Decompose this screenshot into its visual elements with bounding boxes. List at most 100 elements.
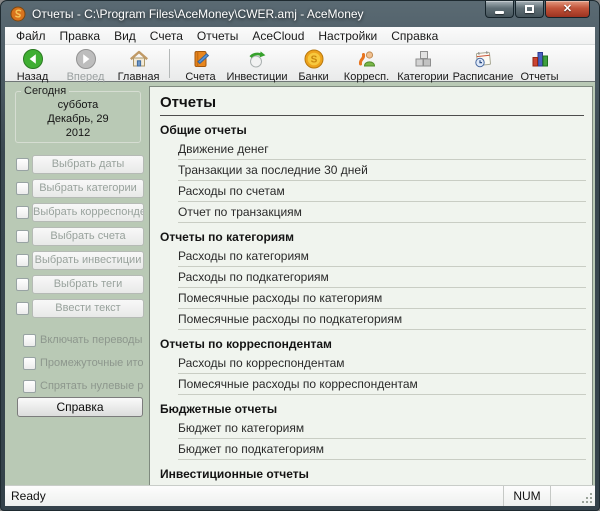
client-area: Файл Правка Вид Счета Отчеты AceCloud На…: [5, 27, 595, 506]
select-payees-button[interactable]: Выбрать корреспондентов: [32, 203, 144, 222]
report-link-cat-spending[interactable]: Расходы по категориям: [178, 246, 586, 267]
investments-checkbox[interactable]: [16, 254, 29, 267]
forward-icon: [75, 48, 97, 70]
payees-checkbox[interactable]: [16, 206, 29, 219]
subtotals-checkbox[interactable]: [23, 357, 36, 370]
section-header-categories: Отчеты по категориям: [150, 223, 592, 246]
tags-checkbox[interactable]: [16, 278, 29, 291]
help-button[interactable]: Справка: [17, 397, 143, 417]
coin-icon: S: [303, 48, 325, 70]
toolbar-investments-button[interactable]: Инвестиции: [227, 46, 287, 81]
menu-edit[interactable]: Правка: [53, 27, 108, 45]
menu-view[interactable]: Вид: [107, 27, 143, 45]
filter-row-investments: Выбрать инвестиции: [5, 250, 144, 270]
section-header-investment: Инвестиционные отчеты: [150, 460, 592, 483]
include-transfers-label: Включать переводы: [40, 334, 142, 346]
select-tags-button[interactable]: Выбрать теги: [32, 275, 144, 294]
filter-row-tags: Выбрать теги: [5, 274, 144, 294]
select-accounts-button[interactable]: Выбрать счета: [32, 227, 144, 246]
content-area: Сегодня суббота Декабрь, 29 2012 Выбрать…: [5, 83, 595, 485]
menu-accounts[interactable]: Счета: [143, 27, 190, 45]
toolbar-reports-button[interactable]: Отчеты: [513, 46, 566, 81]
resize-grip[interactable]: [581, 492, 594, 505]
payee-person-icon: [356, 48, 378, 70]
reports-chart-icon: [529, 48, 551, 70]
report-link-by-accounts[interactable]: Расходы по счетам: [178, 181, 586, 202]
toolbar-banks-button[interactable]: S Банки: [287, 46, 340, 81]
toolbar-separator: [169, 49, 170, 78]
close-button[interactable]: ✕: [545, 1, 590, 18]
app-window: Отчеты - C:\Program Files\AceMoney\CWER.…: [0, 0, 600, 511]
toolbar: Назад Вперед Главная Счета: [5, 45, 595, 82]
filter-sidebar: Сегодня суббота Декабрь, 29 2012 Выбрать…: [5, 83, 149, 485]
enter-text-button[interactable]: Ввести текст: [32, 299, 144, 318]
toolbar-payees-button[interactable]: Корресп.: [340, 46, 393, 81]
report-link-cash-flow[interactable]: Движение денег: [178, 139, 586, 160]
maximize-button[interactable]: [515, 1, 544, 18]
svg-text:S: S: [310, 55, 317, 66]
acemoney-app-icon[interactable]: [10, 6, 26, 22]
report-link-budget-subcat[interactable]: Бюджет по подкатегориям: [178, 439, 586, 460]
window-controls: ✕: [484, 1, 590, 18]
titlebar[interactable]: Отчеты - C:\Program Files\AceMoney\CWER.…: [1, 1, 599, 27]
today-date: Декабрь, 29: [16, 112, 140, 126]
menu-acecloud[interactable]: AceCloud: [245, 27, 311, 45]
section-header-budget: Бюджетные отчеты: [150, 395, 592, 418]
option-row-transfers: Включать переводы: [5, 332, 142, 348]
report-link-last30days[interactable]: Транзакции за последние 30 дней: [178, 160, 586, 181]
window-title: Отчеты - C:\Program Files\AceMoney\CWER.…: [32, 7, 364, 21]
report-link-monthly-cat[interactable]: Помесячные расходы по категориям: [178, 288, 586, 309]
minimize-icon: [495, 11, 504, 14]
today-weekday: суббота: [16, 98, 140, 112]
report-link-monthly-subcat[interactable]: Помесячные расходы по подкатегориям: [178, 309, 586, 330]
categories-cubes-icon: [412, 48, 434, 70]
investments-icon: [246, 48, 268, 70]
page-title: Отчеты: [150, 87, 592, 115]
report-link-subcat-spending[interactable]: Расходы по подкатегориям: [178, 267, 586, 288]
menubar: Файл Правка Вид Счета Отчеты AceCloud На…: [5, 27, 595, 45]
minimize-button[interactable]: [485, 1, 514, 18]
filter-row-text: Ввести текст: [5, 298, 144, 318]
today-group-label: Сегодня: [21, 85, 69, 97]
today-groupbox: Сегодня суббота Декабрь, 29 2012: [15, 91, 141, 143]
toolbar-accounts-button[interactable]: Счета: [174, 46, 227, 81]
accounts-checkbox[interactable]: [16, 230, 29, 243]
section-header-general: Общие отчеты: [150, 116, 592, 139]
toolbar-back-button[interactable]: Назад: [6, 46, 59, 81]
reports-panel: Отчеты Общие отчеты Движение денег Транз…: [149, 86, 593, 488]
select-dates-button[interactable]: Выбрать даты: [32, 155, 144, 174]
statusbar: Ready NUM: [5, 485, 595, 506]
status-message: Ready: [11, 489, 46, 503]
filter-row-dates: Выбрать даты: [5, 154, 144, 174]
toolbar-schedule-button[interactable]: Расписание: [453, 46, 513, 81]
include-transfers-checkbox[interactable]: [23, 334, 36, 347]
filter-row-payees: Выбрать корреспондентов: [5, 202, 144, 222]
accounts-book-icon: [190, 48, 212, 70]
menu-file[interactable]: Файл: [9, 27, 53, 45]
dates-checkbox[interactable]: [16, 158, 29, 171]
select-investments-button[interactable]: Выбрать инвестиции: [32, 251, 144, 270]
report-link-budget-cat[interactable]: Бюджет по категориям: [178, 418, 586, 439]
report-link-transactions[interactable]: Отчет по транзакциям: [178, 202, 586, 223]
select-categories-button[interactable]: Выбрать категории: [32, 179, 144, 198]
menu-help[interactable]: Справка: [384, 27, 445, 45]
report-link-payee-spending[interactable]: Расходы по корреспондентам: [178, 353, 586, 374]
close-icon: ✕: [563, 4, 572, 15]
menu-settings[interactable]: Настройки: [311, 27, 384, 45]
section-header-payees: Отчеты по корреспондентам: [150, 330, 592, 353]
maximize-icon: [525, 5, 534, 13]
today-year: 2012: [16, 126, 140, 140]
toolbar-home-button[interactable]: Главная: [112, 46, 165, 81]
toolbar-categories-button[interactable]: Категории: [393, 46, 453, 81]
text-checkbox[interactable]: [16, 302, 29, 315]
filter-row-categories: Выбрать категории: [5, 178, 144, 198]
hide-zero-checkbox[interactable]: [23, 380, 36, 393]
schedule-calendar-icon: [472, 48, 494, 70]
report-link-monthly-payee[interactable]: Помесячные расходы по корреспондентам: [178, 374, 586, 395]
menu-reports[interactable]: Отчеты: [190, 27, 245, 45]
toolbar-forward-button[interactable]: Вперед: [59, 46, 112, 81]
home-icon: [128, 48, 150, 70]
categories-checkbox[interactable]: [16, 182, 29, 195]
option-row-hide-zero: Спрятать нулевые результаты: [5, 378, 144, 394]
hide-zero-label: Спрятать нулевые результаты: [40, 380, 144, 392]
